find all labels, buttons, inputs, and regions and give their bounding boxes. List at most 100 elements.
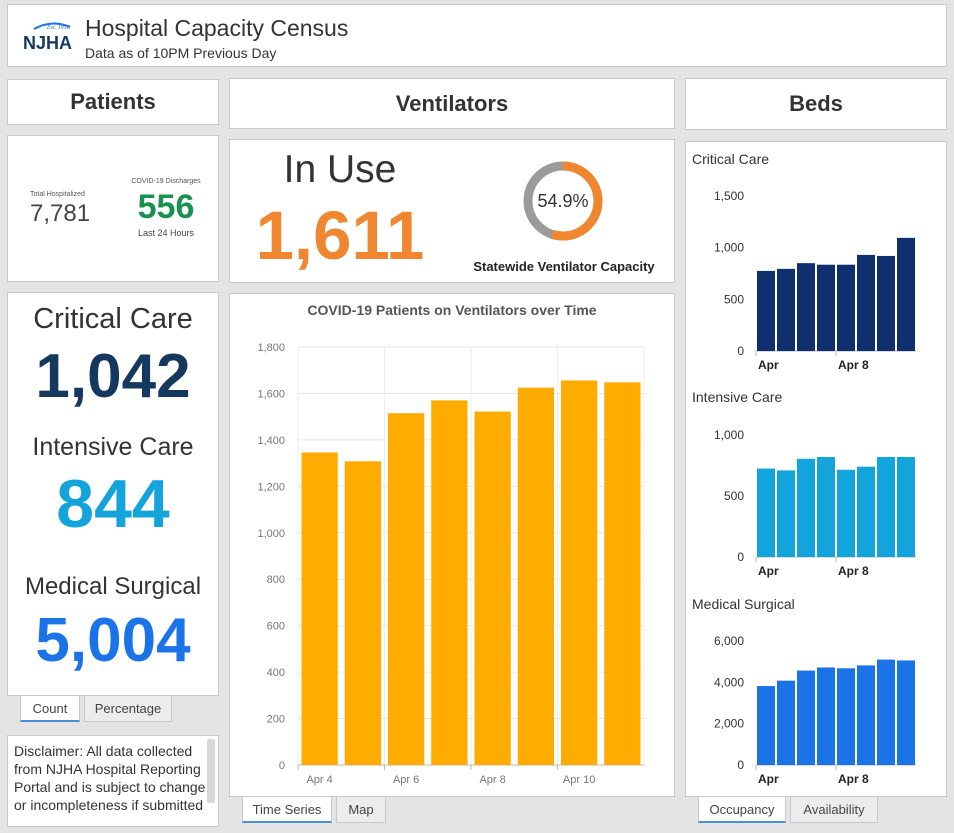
tab-count[interactable]: Count	[20, 695, 80, 722]
svg-text:NJHA: NJHA	[23, 33, 72, 53]
bar[interactable]	[777, 470, 795, 557]
bar[interactable]	[561, 380, 598, 765]
y-tick-label: 500	[724, 292, 744, 306]
header-panel: Est. 1918 NJHA Hospital Capacity Census …	[7, 4, 947, 67]
patients-detail-panel: Critical Care 1,042 Intensive Care 844 M…	[7, 292, 219, 696]
medsurg-chart: 0 2,000 4,000 6,000 Apr Apr 8	[714, 634, 916, 786]
y-tick-label: 600	[267, 621, 285, 633]
bar[interactable]	[877, 456, 895, 557]
patients-section-title: Patients	[7, 79, 219, 125]
y-tick-label: 1,800	[257, 342, 285, 354]
in-use-value: 1,611	[255, 197, 425, 274]
bar[interactable]	[857, 466, 875, 557]
ventilator-chart-panel: COVID-19 Patients on Ventilators over Ti…	[229, 293, 675, 797]
patients-summary-panel: Total Hospitalized 7,781 COVID-19 Discha…	[7, 135, 219, 282]
bar[interactable]	[301, 452, 338, 765]
critical-chart: 0 500 1,000 1,500 Apr Apr 8	[714, 189, 916, 372]
svg-text:Est. 1918: Est. 1918	[46, 25, 70, 31]
page-title: Hospital Capacity Census	[85, 15, 349, 41]
y-tick-label: 1,000	[714, 428, 744, 442]
y-tick-label: 200	[267, 714, 285, 726]
tab-percentage[interactable]: Percentage	[84, 695, 172, 722]
tab-time-series[interactable]: Time Series	[242, 796, 332, 823]
y-tick-label: 1,000	[257, 528, 285, 540]
bar[interactable]	[857, 254, 875, 351]
x-tick-label: Apr	[758, 772, 779, 786]
bar[interactable]	[817, 667, 835, 765]
intensive-chart-title: Intensive Care	[692, 389, 783, 405]
y-tick-label: 1,500	[714, 189, 744, 203]
critical-care-label: Critical Care	[33, 303, 193, 335]
beds-charts-panel: Critical Care 0 500 1,000 1,500 Apr Apr 8 Int…	[685, 141, 947, 797]
bar[interactable]	[897, 237, 915, 351]
bar[interactable]	[897, 456, 915, 557]
intensive-care-value: 844	[56, 466, 170, 542]
bar[interactable]	[604, 382, 641, 765]
y-tick-label: 1,600	[257, 388, 285, 400]
medical-surgical-label: Medical Surgical	[24, 573, 202, 600]
medical-surgical-value: 5,004	[35, 606, 191, 675]
bar[interactable]	[777, 680, 795, 765]
bar[interactable]	[474, 411, 511, 765]
bar[interactable]	[757, 270, 775, 351]
tab-map[interactable]: Map	[336, 796, 386, 823]
tab-occupancy[interactable]: Occupancy	[698, 796, 786, 823]
bar[interactable]	[837, 668, 855, 765]
discharges-label: COVID-19 Discharges	[131, 178, 201, 185]
bar[interactable]	[517, 387, 554, 765]
bar[interactable]	[837, 264, 855, 351]
y-tick-label: 6,000	[714, 634, 744, 648]
x-tick-label: Apr 4	[306, 774, 332, 786]
bar[interactable]	[797, 263, 815, 351]
bar[interactable]	[388, 413, 425, 765]
y-tick-label: 4,000	[714, 675, 744, 689]
bar[interactable]	[897, 660, 915, 765]
disclaimer-panel: Disclaimer: All data collected from NJHA…	[7, 735, 219, 827]
y-tick-label: 500	[724, 489, 744, 503]
bar[interactable]	[797, 670, 815, 765]
bar[interactable]	[777, 268, 795, 351]
x-tick-label: Apr 8	[838, 772, 869, 786]
y-tick-label: 0	[279, 760, 285, 772]
bar[interactable]	[837, 469, 855, 557]
bar[interactable]	[877, 659, 895, 765]
discharges-value: 556	[137, 188, 195, 226]
ventilators-in-use-panel: In Use 1,611 54.9% Statewide Ventilator …	[229, 139, 675, 283]
y-tick-label: 800	[267, 574, 285, 586]
bar[interactable]	[757, 686, 775, 765]
x-tick-label: Apr 6	[393, 774, 419, 786]
bar[interactable]	[431, 400, 468, 765]
bar[interactable]	[797, 458, 815, 557]
medsurg-chart-title: Medical Surgical	[692, 596, 795, 612]
y-tick-label: 400	[267, 667, 285, 679]
page-subtitle: Data as of 10PM Previous Day	[85, 45, 277, 61]
bar[interactable]	[817, 456, 835, 557]
total-hospitalized-value: 7,781	[30, 200, 91, 227]
x-tick-label: Apr 10	[563, 774, 595, 786]
tab-availability[interactable]: Availability	[790, 796, 878, 823]
gauge-percent-text: 54.9%	[537, 191, 588, 211]
disclaimer-scrollbar[interactable]	[207, 739, 215, 803]
bar[interactable]	[817, 264, 835, 351]
beds-section-title: Beds	[685, 78, 947, 130]
disclaimer-text: Disclaimer: All data collected from NJHA…	[14, 743, 206, 813]
bar[interactable]	[757, 468, 775, 557]
intensive-care-label: Intensive Care	[32, 433, 194, 461]
y-tick-label: 0	[737, 758, 744, 772]
bar[interactable]	[344, 461, 381, 765]
intensive-chart: 0 500 1,000 Apr Apr 8	[714, 428, 916, 578]
bar[interactable]	[857, 665, 875, 765]
ventilator-capacity-gauge: 54.9%	[523, 161, 603, 241]
x-tick-label: Apr 8	[838, 358, 869, 372]
bar[interactable]	[877, 255, 895, 351]
njha-logo: Est. 1918 NJHA	[23, 22, 72, 53]
x-tick-label: Apr 8	[479, 774, 505, 786]
y-tick-label: 0	[737, 344, 744, 358]
y-tick-label: 1,400	[257, 435, 285, 447]
critical-care-value: 1,042	[35, 342, 191, 411]
x-tick-label: Apr	[758, 358, 779, 372]
ventilators-section-title: Ventilators	[229, 78, 675, 129]
critical-chart-title: Critical Care	[692, 151, 770, 167]
y-tick-label: 1,000	[714, 241, 744, 255]
vent-chart: 0 200 400 600 800 1,000 1,200 1,400 1,600 1,800 Ap…	[257, 342, 645, 786]
